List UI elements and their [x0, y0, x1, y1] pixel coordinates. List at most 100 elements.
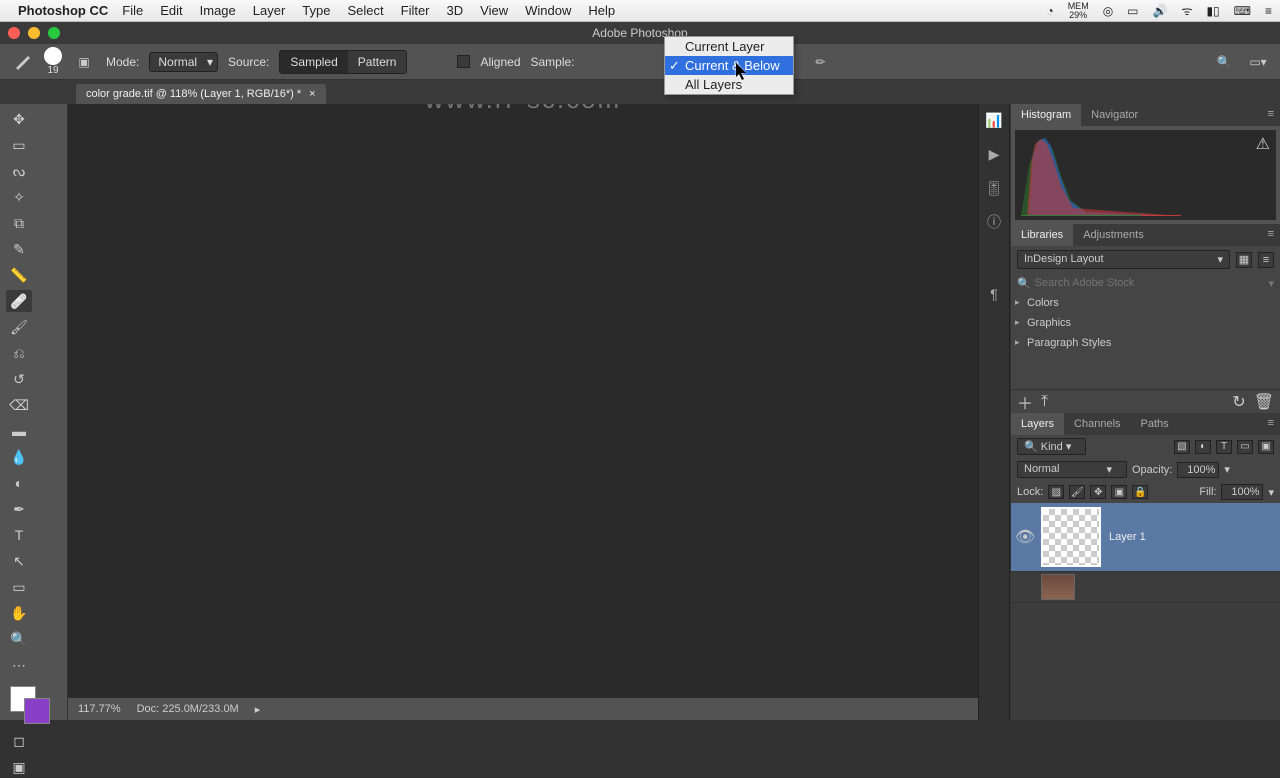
- healing-brush-tool-icon[interactable]: [10, 50, 34, 74]
- layer-name[interactable]: Layer 1: [1109, 531, 1146, 543]
- menu-layer[interactable]: Layer: [253, 3, 286, 18]
- layer-thumbnail[interactable]: [1041, 574, 1075, 600]
- library-select[interactable]: InDesign Layout ▾: [1017, 250, 1230, 269]
- filter-pixel-icon[interactable]: ▧: [1174, 440, 1190, 454]
- filter-adjust-icon[interactable]: ◐: [1195, 440, 1211, 454]
- layer-visibility-icon[interactable]: 👁: [1015, 527, 1033, 547]
- menu-image[interactable]: Image: [200, 3, 236, 18]
- display-icon[interactable]: ▭: [1127, 4, 1138, 18]
- dock-adjust-icon[interactable]: 🎚: [985, 180, 1003, 196]
- source-sampled[interactable]: Sampled: [280, 51, 347, 73]
- keyboard-icon[interactable]: ⌨: [1234, 4, 1251, 18]
- source-pattern[interactable]: Pattern: [348, 51, 407, 73]
- zoom-tool[interactable]: 🔍: [6, 628, 32, 650]
- lib-add-icon[interactable]: ＋: [1017, 390, 1033, 414]
- close-tab-icon[interactable]: ×: [309, 88, 315, 100]
- clone-stamp-tool[interactable]: ⎌: [6, 342, 32, 364]
- tab-paths[interactable]: Paths: [1131, 413, 1179, 435]
- screenmode-tool[interactable]: ▣: [6, 756, 32, 778]
- lib-trash-icon[interactable]: 🗑: [1254, 392, 1274, 412]
- history-brush-tool[interactable]: ↺: [6, 368, 32, 390]
- sample-current-layer[interactable]: Current Layer: [665, 37, 793, 56]
- menu-edit[interactable]: Edit: [160, 3, 182, 18]
- dock-paragraph-icon[interactable]: ¶: [985, 286, 1003, 302]
- layer-row[interactable]: 👁 Layer 1: [1011, 503, 1280, 572]
- dock-histogram-icon[interactable]: 📊: [985, 112, 1003, 128]
- hand-tool[interactable]: ✋: [6, 602, 32, 624]
- zoom-level[interactable]: 117.77%: [78, 703, 121, 715]
- brush-preview[interactable]: [44, 47, 62, 65]
- aligned-checkbox[interactable]: [457, 55, 470, 68]
- menu-type[interactable]: Type: [302, 3, 330, 18]
- dock-play-icon[interactable]: ▶: [985, 146, 1003, 162]
- histogram-warning-icon[interactable]: ⚠: [1256, 134, 1270, 154]
- sound-icon[interactable]: 🔊: [1153, 4, 1168, 18]
- eyedropper-tool[interactable]: ✎: [6, 238, 32, 260]
- pen-tool[interactable]: ✒: [6, 498, 32, 520]
- menu-help[interactable]: Help: [588, 3, 615, 18]
- tab-navigator[interactable]: Navigator: [1081, 104, 1148, 126]
- dock-info-icon[interactable]: ⓘ: [985, 214, 1003, 230]
- marquee-tool[interactable]: ▭: [6, 134, 32, 156]
- brush-panel-toggle-icon[interactable]: ▣: [72, 50, 96, 74]
- tab-histogram[interactable]: Histogram: [1011, 104, 1081, 126]
- lock-all-icon[interactable]: 🔒: [1132, 485, 1148, 499]
- menu-3d[interactable]: 3D: [447, 3, 464, 18]
- close-window[interactable]: [8, 27, 20, 39]
- healing-brush-tool[interactable]: 🩹: [6, 290, 32, 312]
- background-color[interactable]: [24, 698, 50, 724]
- blend-mode-select[interactable]: Normal ▾: [149, 52, 218, 72]
- gradient-tool[interactable]: ▬: [6, 420, 32, 442]
- opacity-chevron-icon[interactable]: ▾: [1224, 463, 1230, 476]
- layer-row[interactable]: [1011, 572, 1280, 603]
- cc-icon[interactable]: ◎: [1103, 4, 1113, 18]
- lock-artboard-icon[interactable]: ▣: [1111, 485, 1127, 499]
- lock-position-icon[interactable]: ✥: [1090, 485, 1106, 499]
- list-view-icon[interactable]: ≡: [1258, 252, 1274, 268]
- filter-type-icon[interactable]: T: [1216, 440, 1232, 454]
- doc-size[interactable]: Doc: 225.0M/233.0M: [137, 703, 239, 715]
- zoom-window[interactable]: [48, 27, 60, 39]
- libraries-flyout-icon[interactable]: ≡: [1262, 224, 1280, 246]
- cloud-icon[interactable]: ◔: [1046, 4, 1053, 18]
- wifi-icon[interactable]: ᯤ: [1181, 2, 1192, 19]
- pressure-icon[interactable]: ✏: [808, 50, 832, 74]
- menu-file[interactable]: File: [122, 3, 143, 18]
- move-tool[interactable]: ✥: [6, 108, 32, 130]
- color-swatches[interactable]: [6, 686, 54, 726]
- filter-kind-select[interactable]: 🔍 Kind ▾: [1017, 438, 1086, 455]
- dodge-tool[interactable]: ◐: [6, 472, 32, 494]
- lasso-tool[interactable]: ᔓ: [6, 160, 32, 182]
- eraser-tool[interactable]: ⌫: [6, 394, 32, 416]
- search-dropdown-icon[interactable]: ▾: [1268, 277, 1274, 290]
- lib-sync-icon[interactable]: ↻: [1232, 392, 1245, 412]
- histogram-flyout-icon[interactable]: ≡: [1262, 104, 1280, 126]
- menulist-icon[interactable]: ≡: [1265, 4, 1272, 18]
- lib-upload-icon[interactable]: ⤒: [1041, 393, 1048, 411]
- layers-flyout-icon[interactable]: ≡: [1262, 413, 1280, 435]
- blur-tool[interactable]: 💧: [6, 446, 32, 468]
- battery-icon[interactable]: ▮▯: [1206, 4, 1219, 18]
- lock-image-icon[interactable]: 🖌: [1069, 485, 1085, 499]
- app-name[interactable]: Photoshop CC: [18, 3, 108, 18]
- grid-view-icon[interactable]: ▦: [1236, 252, 1252, 268]
- layer-blend-mode[interactable]: Normal ▾: [1017, 461, 1127, 478]
- path-tool[interactable]: ↖: [6, 550, 32, 572]
- sample-all-layers[interactable]: All Layers: [665, 75, 793, 94]
- tab-channels[interactable]: Channels: [1064, 413, 1130, 435]
- menu-view[interactable]: View: [480, 3, 508, 18]
- search-stock-input[interactable]: [1031, 275, 1269, 291]
- filter-smart-icon[interactable]: ▣: [1258, 440, 1274, 454]
- menu-select[interactable]: Select: [347, 3, 383, 18]
- tree-colors[interactable]: Colors: [1011, 293, 1280, 313]
- tab-libraries[interactable]: Libraries: [1011, 224, 1073, 246]
- workspace-icon[interactable]: ▭▾: [1246, 50, 1270, 74]
- search-icon[interactable]: 🔍: [1212, 50, 1236, 74]
- shape-tool[interactable]: ▭: [6, 576, 32, 598]
- type-tool[interactable]: T: [6, 524, 32, 546]
- tree-paragraph-styles[interactable]: Paragraph Styles: [1011, 333, 1280, 353]
- brush-tool[interactable]: 🖌: [6, 316, 32, 338]
- quickmask-tool[interactable]: ◻: [6, 730, 32, 752]
- layer-thumbnail[interactable]: [1041, 507, 1101, 567]
- menu-window[interactable]: Window: [525, 3, 571, 18]
